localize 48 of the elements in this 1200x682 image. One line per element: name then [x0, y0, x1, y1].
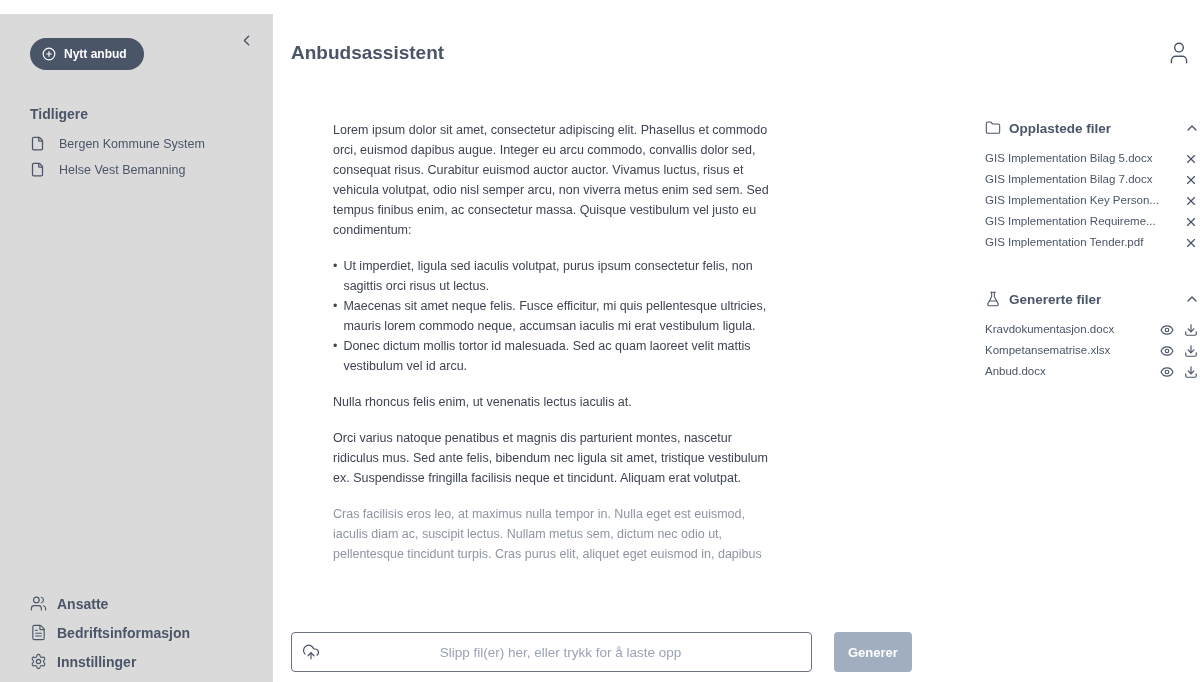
list-item: Maecenas sit amet neque felis. Fusce efficitur, mi quis pellentesque ultricies, mauris lorem commodo neque, accumsan iaculis mi erat vestibulum ligula. — [343, 298, 768, 335]
users-icon — [30, 595, 47, 612]
flask-icon — [985, 291, 1001, 307]
bullet: • — [333, 298, 338, 315]
file-icon — [30, 136, 45, 151]
download-icon[interactable] — [1184, 343, 1198, 358]
file-name: Anbud.docx — [985, 364, 1046, 379]
history-item-label: Helse Vest Bemanning — [59, 162, 186, 177]
file-icon — [30, 162, 45, 177]
paragraph: Nulla rhoncus felis enim, ut venenatis lectus iaculis at. — [333, 394, 633, 411]
file-name: GIS Implementation Bilag 7.docx — [985, 172, 1153, 187]
eye-icon[interactable] — [1160, 364, 1174, 379]
page-title: Anbudsassistent — [291, 42, 445, 64]
nav-label: Bedriftsinformasjon — [57, 624, 190, 641]
nav-item[interactable]: Bedriftsinformasjon — [30, 624, 273, 641]
download-icon[interactable] — [1184, 322, 1198, 337]
folder-icon — [985, 120, 1001, 136]
nav-item[interactable]: Ansatte — [30, 595, 273, 612]
paragraph: Lorem ipsum dolor sit amet, consectetur adipiscing elit. Phasellus et commodo orci, euismod dapibus augue. Integer eu arcu commodo, convallis dolor sed, consequat risus. Curabitur euismod auctor auctor. Vivamus luctus, risus et vehicula volutpat, odio nisl semper arcu, non viverra metus enim sed sem. Sed tempus finibus enim, ac consectetur massa. Quisque vestibulum vel justo eu condimentum: — [333, 122, 770, 239]
nav-label: Innstillinger — [57, 653, 137, 670]
history-item-label: Bergen Kommune System — [59, 136, 205, 151]
plus-icon — [42, 47, 56, 61]
document-icon — [30, 624, 47, 641]
nav-label: Ansatte — [57, 595, 109, 612]
section-heading: Genererte filer — [1009, 291, 1102, 307]
eye-icon[interactable] — [1160, 343, 1174, 358]
file-name: GIS Implementation Bilag 5.docx — [985, 151, 1153, 166]
settings-icon — [30, 653, 47, 670]
list-item: Donec dictum mollis tortor id malesuada. Sed ac quam laoreet velit mattis vestibulum vel id arcu. — [343, 338, 752, 375]
list-item: Ut imperdiet, ligula sed iaculis volutpat, purus ipsum consectetur felis, non sagittis orci risus ut lectus. — [343, 258, 754, 295]
bullet: • — [333, 338, 338, 355]
file-name: GIS Implementation Tender.pdf — [985, 235, 1144, 250]
eye-icon[interactable] — [1160, 322, 1174, 337]
section-heading: Opplastede filer — [1009, 120, 1112, 136]
download-icon[interactable] — [1184, 364, 1198, 379]
history-item[interactable]: Bergen Kommune System — [30, 136, 273, 151]
faded-paragraph: Cras facilisis eros leo, at maximus nulla tempor in. Nulla eget est euismod, iaculis diam ac, suscipit lectus. Nullam metus sem, dictum nec odio ut, pellentesque tincidunt turpis. Cras purus elit, aliquet eget euismod in, dapibus — [333, 506, 763, 563]
history-item[interactable]: Helse Vest Bemanning — [30, 162, 273, 177]
nav-item[interactable]: Innstillinger — [30, 653, 273, 670]
file-name: GIS Implementation Key Person... — [985, 193, 1159, 208]
paragraph: Orci varius natoque penatibus et magnis dis parturient montes, nascetur ridiculus mus. Sed ante felis, bibendum nec ligula sit amet, tristique vestibulum ex. Suspendisse fringilla facilisis neque et tincidunt. Aliquam erat volutpat. — [333, 430, 769, 487]
bullet: • — [333, 258, 338, 275]
file-name: Kravdokumentasjon.docx — [985, 322, 1115, 337]
section-title: Tidligere — [30, 106, 90, 122]
new-tender-button[interactable]: Nytt anbud — [30, 38, 144, 70]
file-name: GIS Implementation Requireme... — [985, 214, 1156, 229]
upload-icon — [302, 643, 320, 661]
file-name: Kompetansematrise.xlsx — [985, 343, 1111, 358]
